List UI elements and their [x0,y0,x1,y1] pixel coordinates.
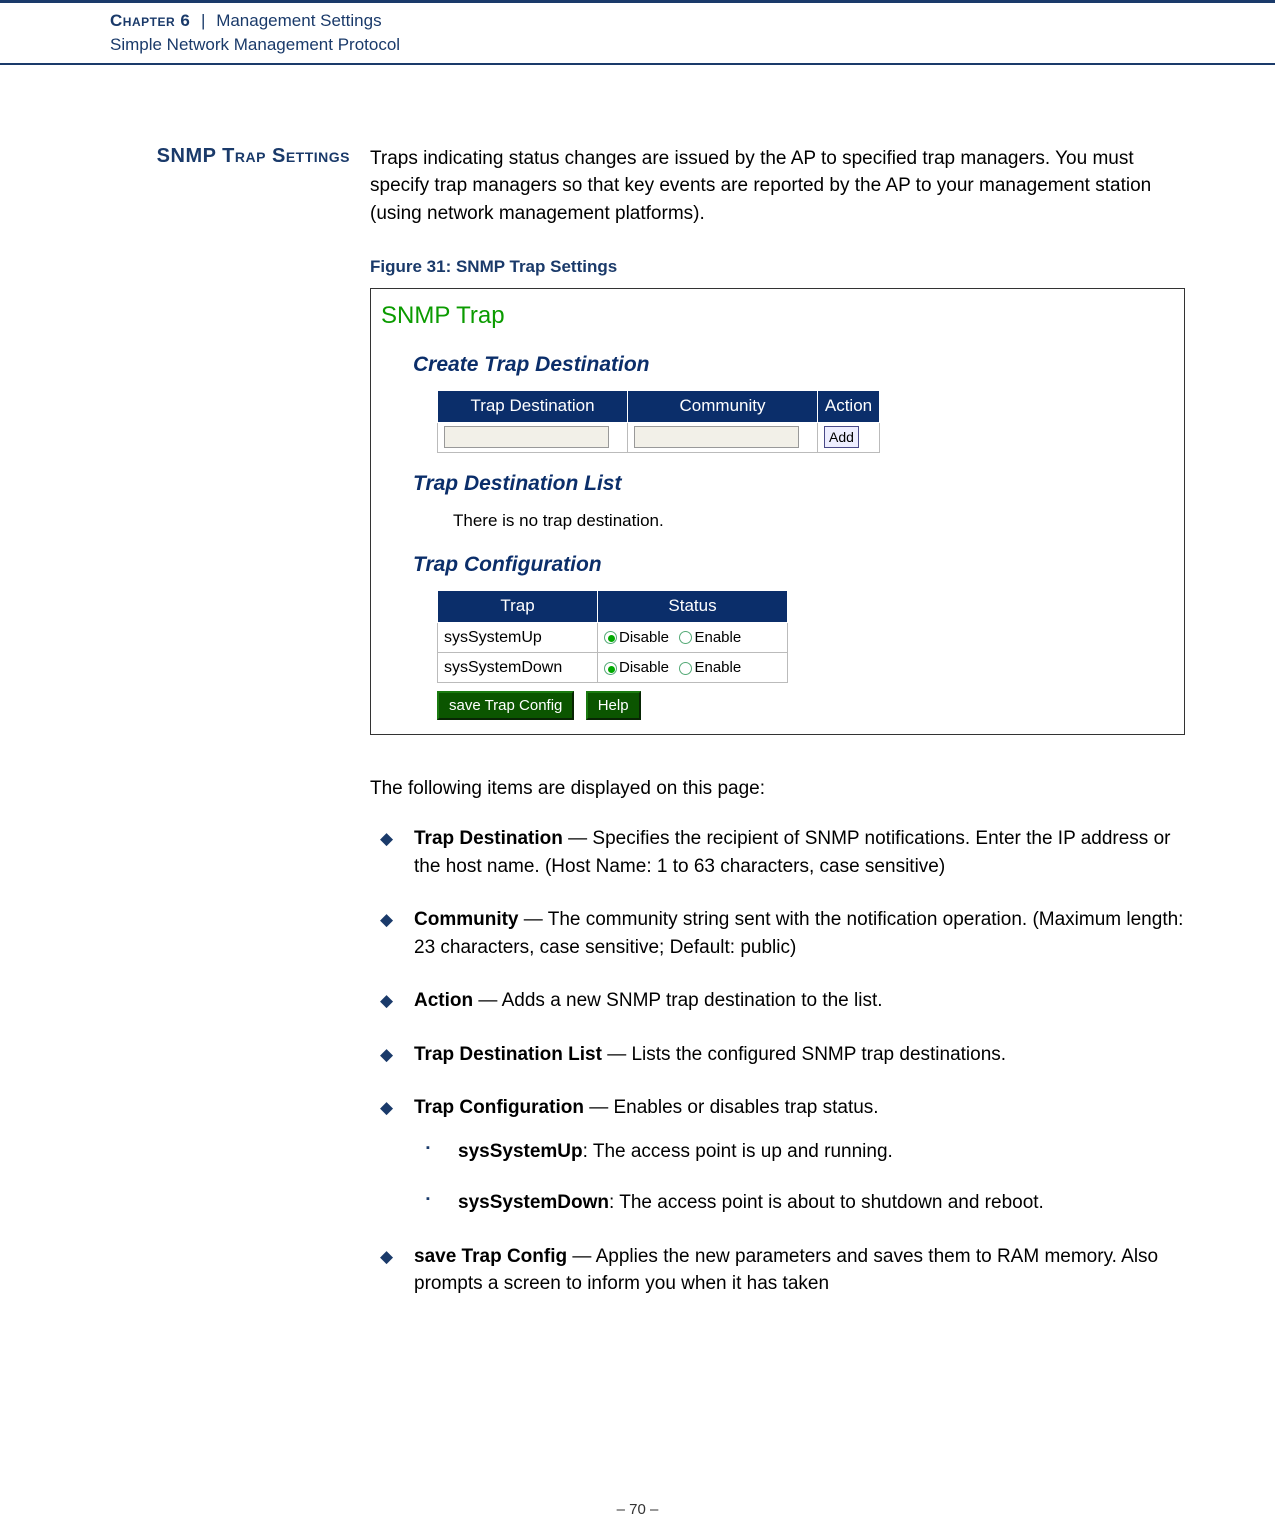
trap-dest-list-heading: Trap Destination List [413,469,1176,499]
trap-destination-input[interactable] [444,426,609,448]
chapter-label: Chapter 6 [110,11,190,30]
table-row: sysSystemDown Disable Enable [438,653,788,683]
desc: — The community string sent with the not… [414,909,1183,958]
list-item: Trap Configuration — Enables or disables… [370,1094,1185,1217]
trap-name: sysSystemUp [438,623,598,653]
enable-label: Enable [694,659,741,676]
add-button[interactable]: Add [824,426,859,448]
snmp-trap-title: SNMP Trap [381,299,1176,334]
side-heading: SNMP Trap Settings [110,145,350,168]
disable-label: Disable [619,629,669,646]
desc: — Lists the configured SNMP trap destina… [602,1044,1006,1065]
desc: : The access point is up and running. [583,1141,893,1162]
create-trap-heading: Create Trap Destination [413,350,1176,380]
community-input[interactable] [634,426,799,448]
intro-paragraph: Traps indicating status changes are issu… [370,145,1185,228]
save-trap-config-button[interactable]: save Trap Config [437,691,574,720]
col-trap-destination: Trap Destination [438,391,628,423]
term-save-trap-config: save Trap Config [414,1246,567,1267]
trap-config-table: Trap Status sysSystemUp Disable Enable s… [437,590,788,683]
list-item: Trap Destination List — Lists the config… [370,1041,1185,1069]
desc: — Enables or disables trap status. [584,1097,879,1118]
term-trap-config: Trap Configuration [414,1097,584,1118]
term-trap-destination: Trap Destination [414,828,563,849]
bullet-list: Trap Destination — Specifies the recipie… [370,825,1185,1298]
desc: — Adds a new SNMP trap destination to th… [473,990,882,1011]
figure-box: SNMP Trap Create Trap Destination Trap D… [370,288,1185,736]
help-button[interactable]: Help [586,691,641,720]
desc: : The access point is about to shutdown … [609,1192,1044,1213]
term-action: Action [414,990,473,1011]
term-syssystemup: sysSystemUp [458,1141,583,1162]
disable-label: Disable [619,659,669,676]
header-title: Management Settings [216,11,381,30]
radio-enable[interactable] [679,631,692,644]
enable-label: Enable [694,629,741,646]
col-community: Community [628,391,818,423]
radio-enable[interactable] [679,662,692,675]
page-number: – 70 – [0,1501,1275,1518]
list-item: save Trap Config — Applies the new param… [370,1243,1185,1298]
page-header: Chapter 6 | Management Settings Simple N… [0,0,1275,65]
trap-config-heading: Trap Configuration [413,550,1176,580]
list-item: sysSystemDown: The access point is about… [414,1189,1185,1217]
sub-list: sysSystemUp: The access point is up and … [414,1138,1185,1217]
term-community: Community [414,909,519,930]
separator: | [201,11,205,30]
radio-disable[interactable] [604,631,617,644]
table-row: sysSystemUp Disable Enable [438,623,788,653]
term-trap-dest-list: Trap Destination List [414,1044,602,1065]
create-trap-table: Trap Destination Community Action Add [437,390,880,453]
col-status: Status [598,591,788,623]
empty-trap-list-message: There is no trap destination. [453,509,1176,534]
list-item: sysSystemUp: The access point is up and … [414,1138,1185,1166]
figure-caption: Figure 31: SNMP Trap Settings [370,255,1185,280]
list-item: Action — Adds a new SNMP trap destinatio… [370,987,1185,1015]
col-action: Action [818,391,880,423]
term-syssystemdown: sysSystemDown [458,1192,609,1213]
items-lead: The following items are displayed on thi… [370,775,1185,803]
header-subtitle: Simple Network Management Protocol [110,35,400,54]
col-trap: Trap [438,591,598,623]
list-item: Community — The community string sent wi… [370,906,1185,961]
list-item: Trap Destination — Specifies the recipie… [370,825,1185,880]
trap-name: sysSystemDown [438,653,598,683]
radio-disable[interactable] [604,662,617,675]
